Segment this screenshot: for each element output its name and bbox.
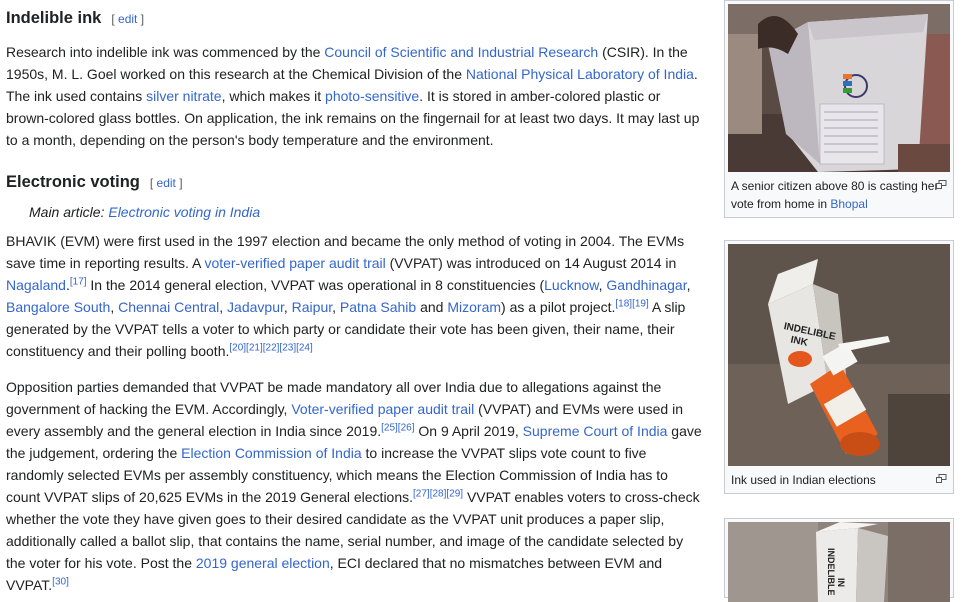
paragraph-vvpat: Opposition parties demanded that VVPAT b…	[6, 379, 702, 593]
edit-section-indelible-ink: [ edit ]	[111, 12, 145, 26]
citation[interactable]: [30]	[52, 576, 69, 587]
heading-text: Indelible ink	[6, 9, 102, 27]
section-heading-indelible-ink: Indelible ink [ edit ]	[6, 6, 706, 31]
photo-ink-bottle[interactable]: INDELIBLE INK	[728, 244, 950, 466]
link-vvpat[interactable]: voter-verified paper audit trail	[204, 255, 385, 271]
ink-bottle-image: INDELIBLE INK	[728, 244, 950, 466]
link-patna-sahib[interactable]: Patna Sahib	[340, 299, 416, 315]
link-chennai-central[interactable]: Chennai Central	[118, 299, 219, 315]
link-nagaland[interactable]: Nagaland	[6, 277, 66, 293]
link-gandhinagar[interactable]: Gandhinagar	[606, 277, 686, 293]
link-bangalore-south[interactable]: Bangalore South	[6, 299, 110, 315]
svg-text:IN: IN	[836, 578, 846, 587]
link-csir[interactable]: Council of Scientific and Industrial Res…	[324, 44, 598, 60]
figure-caption: A senior citizen above 80 is casting her…	[725, 175, 953, 217]
link-jadavpur[interactable]: Jadavpur	[227, 299, 284, 315]
link-photo-sensitive[interactable]: photo-sensitive	[325, 88, 419, 104]
photo-ink-box[interactable]: INDELIBLE IN	[728, 522, 950, 602]
link-supreme-court[interactable]: Supreme Court of India	[523, 423, 668, 439]
paragraph-evm: BHAVIK (EVM) were first used in the 1997…	[6, 233, 691, 359]
citation[interactable]: [17]	[70, 276, 87, 287]
link-2019-election[interactable]: 2019 general election	[196, 555, 330, 571]
figure-caption: Ink used in Indian elections	[725, 469, 953, 493]
link-mizoram[interactable]: Mizoram	[447, 299, 501, 315]
link-lucknow[interactable]: Lucknow	[544, 277, 598, 293]
figure-voting-home: A senior citizen above 80 is casting her…	[724, 0, 954, 218]
voting-booth-image	[728, 4, 950, 172]
citation[interactable]: [25][26]	[381, 422, 414, 433]
link-raipur[interactable]: Raipur	[292, 299, 332, 315]
link-eci[interactable]: Election Commission of India	[181, 445, 362, 461]
link-npl[interactable]: National Physical Laboratory of India	[466, 66, 694, 82]
edit-link[interactable]: edit	[118, 12, 137, 26]
heading-text: Electronic voting	[6, 173, 140, 191]
main-article-hatnote: Main article: Electronic voting in India	[29, 204, 261, 220]
enlarge-icon[interactable]	[936, 180, 947, 189]
ink-box-image: INDELIBLE IN	[728, 522, 950, 602]
photo-voting-booth[interactable]	[728, 4, 950, 172]
article-content: Indelible ink [ edit ] Research into inde…	[6, 0, 706, 596]
edit-link[interactable]: edit	[157, 176, 176, 190]
link-vvpat-2[interactable]: Voter-verified paper audit trail	[291, 401, 474, 417]
link-main-article[interactable]: Electronic voting in India	[108, 204, 260, 220]
edit-section-electronic-voting: [ edit ]	[149, 176, 183, 190]
section-heading-electronic-voting: Electronic voting [ edit ]	[6, 170, 706, 195]
link-bhopal[interactable]: Bhopal	[830, 197, 867, 211]
citation[interactable]: [27][28][29]	[413, 488, 463, 499]
paragraph-ink: Research into indelible ink was commence…	[6, 44, 700, 148]
enlarge-icon[interactable]	[936, 474, 947, 483]
figure-indelible-ink: INDELIBLE INK Ink used in Indian electio…	[724, 240, 954, 494]
citation[interactable]: [20][21][22][23][24]	[229, 342, 312, 353]
figure-ink-box: INDELIBLE IN	[724, 518, 954, 602]
citation[interactable]: [18][19]	[615, 298, 648, 309]
svg-text:INDELIBLE: INDELIBLE	[826, 548, 836, 596]
link-silver-nitrate[interactable]: silver nitrate	[146, 88, 221, 104]
